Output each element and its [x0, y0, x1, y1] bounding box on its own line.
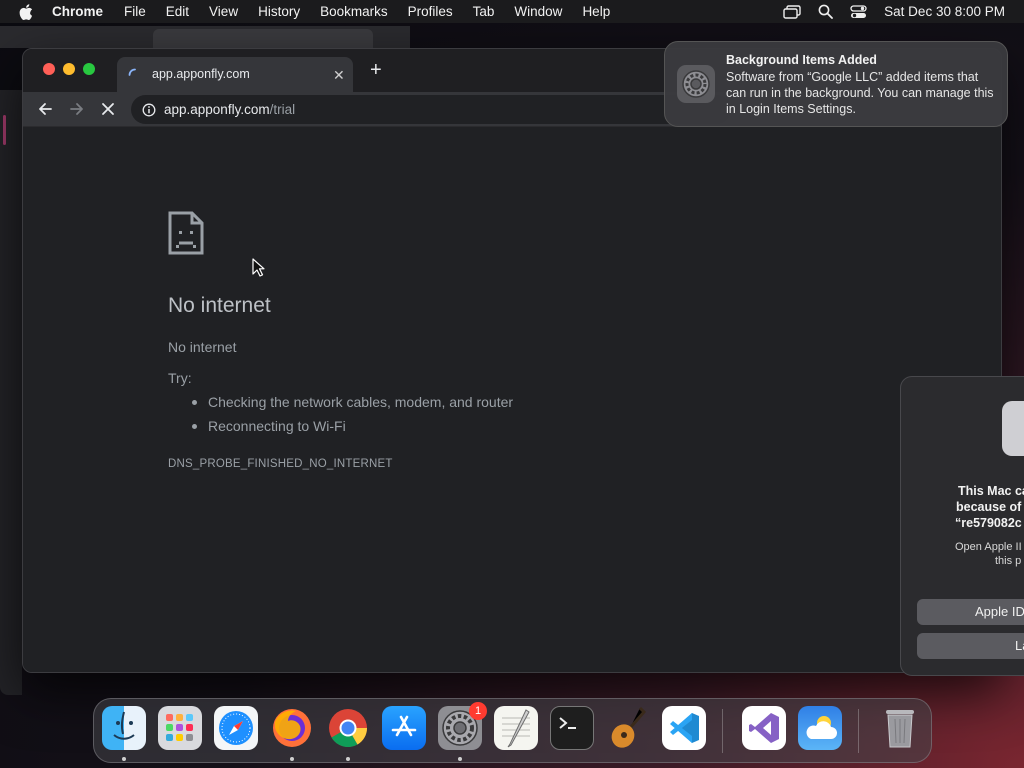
url-path: /trial — [269, 102, 296, 117]
sad-page-icon — [168, 211, 204, 260]
finder-icon[interactable] — [102, 706, 146, 750]
background-window-accent — [3, 115, 6, 145]
menu-bookmarks[interactable]: Bookmarks — [310, 0, 398, 23]
apple-id-button[interactable]: Apple ID — [917, 599, 1024, 625]
vscode-icon[interactable] — [662, 706, 706, 750]
safari-icon[interactable] — [214, 706, 258, 750]
tab-title: app.apponfly.com — [152, 67, 250, 81]
error-try-label: Try: — [168, 370, 192, 386]
running-indicator — [346, 757, 350, 761]
running-indicator — [290, 757, 294, 761]
tab-apponfly[interactable]: app.apponfly.com ✕ — [117, 57, 353, 93]
error-suggestions: Checking the network cables, modem, and … — [191, 394, 514, 442]
stop-loading-icon[interactable] — [101, 102, 115, 121]
running-indicator — [458, 757, 462, 761]
notification-title: Background Items Added — [726, 53, 877, 67]
dialog-body: Open Apple II this p — [901, 540, 1024, 568]
menu-window[interactable]: Window — [504, 0, 572, 23]
dialog-title-line: “re579082c — [955, 516, 1022, 530]
garageband-icon[interactable] — [606, 706, 650, 750]
trash-icon[interactable] — [878, 706, 922, 750]
apple-logo-icon — [1002, 401, 1024, 456]
dialog-title: This Mac can’t c because of a “re579082c — [901, 483, 1024, 531]
close-window-button[interactable] — [43, 63, 55, 75]
menu-history[interactable]: History — [248, 0, 310, 23]
terminal-icon[interactable] — [550, 706, 594, 750]
later-button[interactable]: La — [917, 633, 1024, 659]
chrome-icon[interactable] — [326, 706, 370, 750]
menu-file[interactable]: File — [114, 0, 156, 23]
error-title: No internet — [168, 294, 271, 317]
suggestion-item: Reconnecting to Wi-Fi — [191, 418, 513, 434]
background-items-notification[interactable]: Background Items Added Software from “Go… — [664, 41, 1008, 127]
weather-icon[interactable] — [798, 706, 842, 750]
menu-profiles[interactable]: Profiles — [398, 0, 463, 23]
zoom-window-button[interactable] — [83, 63, 95, 75]
menu-app-name[interactable]: Chrome — [52, 0, 114, 23]
system-settings-gear-icon — [677, 65, 715, 103]
notification-badge: 1 — [469, 702, 487, 720]
new-tab-icon[interactable]: + — [370, 59, 382, 82]
forward-arrow-icon[interactable] — [69, 101, 85, 122]
apple-menu-icon[interactable] — [0, 3, 52, 20]
background-window-tab — [153, 29, 373, 49]
minimize-window-button[interactable] — [63, 63, 75, 75]
notification-body: Software from “Google LLC” added items t… — [726, 70, 994, 116]
dialog-body-line: this p — [995, 555, 1022, 567]
chrome-window: app.apponfly.com ✕ + app.apponfly.com/tr… — [22, 48, 1002, 673]
firefox-icon[interactable] — [270, 706, 314, 750]
page-content: No internet No internet Try: Checking th… — [23, 128, 1001, 672]
screen-mirroring-icon[interactable] — [783, 4, 801, 19]
background-window-edge — [0, 90, 22, 695]
dialog-title-line: This Mac can’t c — [958, 484, 1024, 498]
suggestion-item: Checking the network cables, modem, and … — [191, 394, 514, 410]
tab-close-icon[interactable]: ✕ — [333, 67, 345, 84]
dock: 1 — [93, 698, 932, 763]
menubar-clock[interactable]: Sat Dec 30 8:00 PM — [884, 4, 1005, 19]
dock-separator — [858, 709, 859, 753]
menu-tab[interactable]: Tab — [463, 0, 505, 23]
visual-studio-icon[interactable] — [742, 706, 786, 750]
running-indicator — [122, 757, 126, 761]
apple-id-alert-dialog: This Mac can’t c because of a “re579082c… — [900, 376, 1024, 676]
dialog-title-line: because of a — [956, 500, 1024, 514]
loading-spinner-icon — [128, 68, 142, 87]
launchpad-icon[interactable] — [158, 706, 202, 750]
control-center-icon[interactable] — [850, 4, 867, 19]
spotlight-search-icon[interactable] — [818, 4, 834, 19]
dialog-body-line: Open Apple II — [955, 541, 1022, 553]
app-store-icon[interactable] — [382, 706, 426, 750]
url-text: app.apponfly.com/trial — [164, 102, 295, 117]
textedit-icon[interactable] — [494, 706, 538, 750]
address-bar[interactable]: app.apponfly.com/trial — [131, 95, 731, 124]
url-host: app.apponfly.com — [164, 102, 270, 117]
site-info-icon[interactable] — [142, 103, 156, 122]
dock-separator — [722, 709, 723, 753]
menu-bar: Chrome File Edit View History Bookmarks … — [0, 0, 1024, 23]
menu-edit[interactable]: Edit — [156, 0, 199, 23]
error-code: DNS_PROBE_FINISHED_NO_INTERNET — [168, 458, 393, 470]
menu-view[interactable]: View — [199, 0, 248, 23]
mouse-pointer-icon — [252, 258, 265, 282]
back-arrow-icon[interactable] — [37, 101, 53, 122]
menu-help[interactable]: Help — [572, 0, 620, 23]
error-subtitle: No internet — [168, 339, 237, 355]
